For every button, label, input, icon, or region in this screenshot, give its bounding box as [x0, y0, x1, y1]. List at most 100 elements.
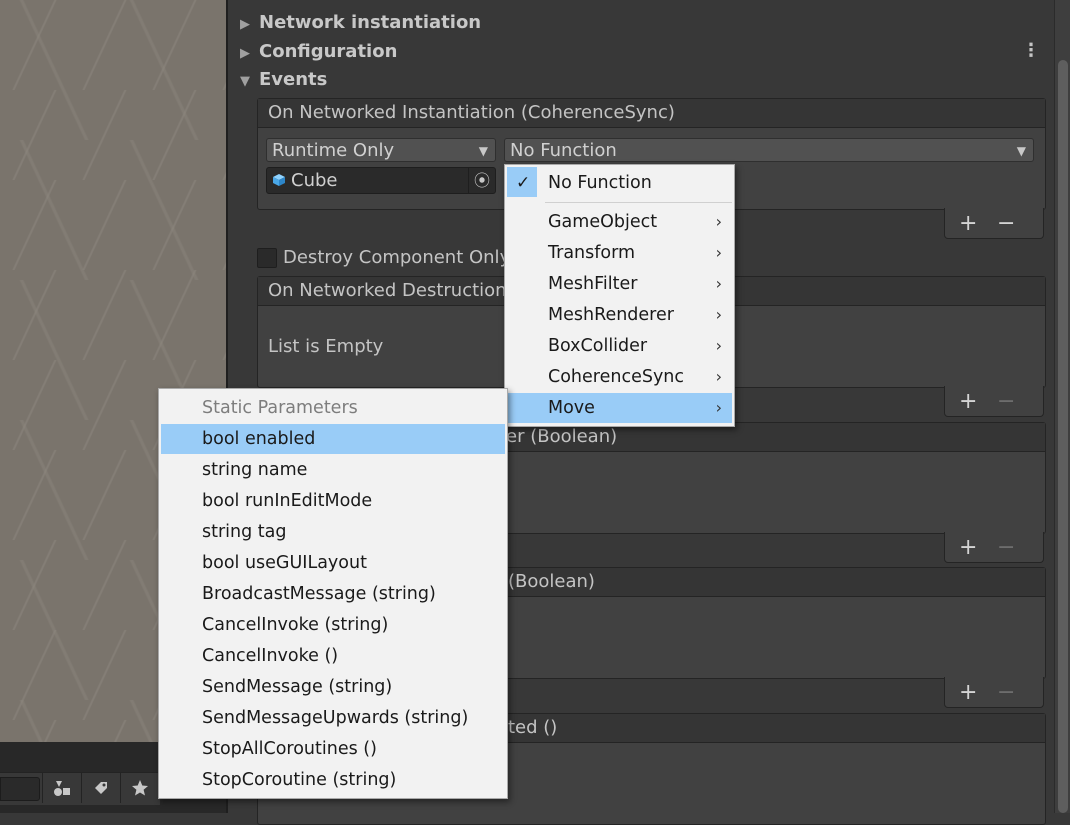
- chevron-right-icon: ›: [715, 336, 722, 355]
- remove-listener-button[interactable]: −: [997, 389, 1015, 414]
- target-object-field[interactable]: Cube ⦿: [266, 167, 496, 194]
- submenu-item-stopallcoroutines[interactable]: StopAllCoroutines (): [161, 734, 505, 764]
- menu-item-label: BoxCollider: [548, 336, 648, 356]
- chevron-right-icon: ›: [715, 243, 722, 262]
- menu-item-label: string tag: [202, 522, 287, 542]
- chevron-right-icon: ›: [715, 305, 722, 324]
- submenu-header: Static Parameters: [161, 393, 505, 423]
- add-listener-button[interactable]: +: [959, 535, 977, 560]
- event-list-footer: + −: [944, 386, 1044, 417]
- add-listener-button[interactable]: +: [959, 211, 977, 236]
- submenu-item-stopcoroutine[interactable]: StopCoroutine (string): [161, 765, 505, 795]
- menu-item-transform[interactable]: Transform ›: [507, 238, 732, 268]
- menu-item-label: No Function: [548, 173, 652, 193]
- menu-item-label: BroadcastMessage (string): [202, 584, 436, 604]
- event-header-text: ted (): [508, 717, 558, 738]
- checkmark-icon: ✓: [516, 173, 531, 193]
- runtime-mode-dropdown[interactable]: Runtime Only ▼: [266, 138, 496, 162]
- chevron-right-icon: ›: [715, 274, 722, 293]
- foldout-label: Configuration: [259, 41, 398, 62]
- foldout-collapsed-icon: ▶: [240, 46, 250, 61]
- foldout-configuration[interactable]: ▶ Configuration: [240, 39, 397, 65]
- favorites-button[interactable]: [120, 773, 159, 803]
- menu-item-label: CancelInvoke (string): [202, 615, 389, 635]
- chevron-right-icon: ›: [715, 398, 722, 417]
- scrollbar-thumb[interactable]: [1058, 60, 1068, 813]
- submenu-item-sendmessage[interactable]: SendMessage (string): [161, 672, 505, 702]
- foldout-events[interactable]: ▼ Events: [240, 67, 327, 93]
- menu-item-no-function[interactable]: ✓ No Function: [507, 168, 732, 198]
- object-picker-icon[interactable]: ⦿: [468, 168, 495, 193]
- menu-item-label: bool runInEditMode: [202, 491, 373, 511]
- menu-separator: [545, 202, 732, 203]
- menu-item-label: string name: [202, 460, 308, 480]
- scene-search-field[interactable]: [0, 777, 40, 801]
- chevron-right-icon: ›: [715, 367, 722, 386]
- dropdown-value: Runtime Only: [272, 140, 395, 161]
- menu-item-meshfilter[interactable]: MeshFilter ›: [507, 269, 732, 299]
- menu-item-move[interactable]: Move ›: [507, 393, 732, 423]
- submenu-item-string-tag[interactable]: string tag: [161, 517, 505, 547]
- menu-item-label: StopAllCoroutines (): [202, 739, 377, 759]
- menu-item-label: SendMessage (string): [202, 677, 393, 697]
- menu-item-label: SendMessageUpwards (string): [202, 708, 469, 728]
- submenu-item-cancelinvoke[interactable]: CancelInvoke (): [161, 641, 505, 671]
- menu-item-label: CoherenceSync: [548, 367, 685, 387]
- menu-item-label: bool enabled: [202, 429, 316, 449]
- caret-down-icon: ▼: [1016, 144, 1026, 158]
- foldout-network-instantiation[interactable]: ▶ Network instantiation: [240, 10, 481, 36]
- star-icon: [132, 780, 148, 796]
- foldout-label: Events: [259, 69, 328, 90]
- remove-listener-button[interactable]: −: [997, 680, 1015, 705]
- foldout-expanded-icon: ▼: [240, 74, 250, 89]
- menu-item-coherencesync[interactable]: CoherenceSync ›: [507, 362, 732, 392]
- more-options-icon[interactable]: ⋮: [1022, 40, 1040, 62]
- function-menu: ✓ No Function GameObject › Transform › M…: [504, 164, 735, 427]
- menu-item-label: bool useGUILayout: [202, 553, 367, 573]
- remove-listener-button[interactable]: −: [997, 211, 1015, 236]
- submenu-item-bool-useguilayout[interactable]: bool useGUILayout: [161, 548, 505, 578]
- chevron-right-icon: ›: [715, 212, 722, 231]
- foldout-label: Network instantiation: [259, 12, 482, 33]
- tag-icon: [95, 782, 107, 794]
- cube-icon: [273, 174, 285, 186]
- menu-item-gameobject[interactable]: GameObject ›: [507, 207, 732, 237]
- menu-item-label: Transform: [548, 243, 636, 263]
- scene-toolbar: [0, 772, 160, 805]
- event-header: On Networked Instantiation (CoherenceSyn…: [258, 99, 1045, 128]
- shapes-filter-button[interactable]: [42, 773, 81, 803]
- submenu-item-string-name[interactable]: string name: [161, 455, 505, 485]
- menu-item-label: Move: [548, 398, 595, 418]
- event-header-text: er (Boolean): [506, 426, 618, 447]
- destroy-component-only-checkbox[interactable]: [257, 248, 277, 268]
- menu-item-label: GameObject: [548, 212, 658, 232]
- menu-item-label: StopCoroutine (string): [202, 770, 397, 790]
- event-header-text: (Boolean): [508, 571, 595, 592]
- menu-item-label: MeshFilter: [548, 274, 638, 294]
- event-list-footer: + −: [944, 208, 1044, 239]
- submenu-item-broadcastmessage[interactable]: BroadcastMessage (string): [161, 579, 505, 609]
- function-dropdown[interactable]: No Function ▼: [504, 138, 1034, 162]
- move-submenu: Static Parameters bool enabled string na…: [158, 388, 508, 799]
- submenu-header-label: Static Parameters: [202, 398, 358, 418]
- menu-item-boxcollider[interactable]: BoxCollider ›: [507, 331, 732, 361]
- list-empty-text: List is Empty: [268, 336, 384, 357]
- remove-listener-button[interactable]: −: [997, 535, 1015, 560]
- submenu-item-bool-enabled[interactable]: bool enabled: [161, 424, 505, 454]
- menu-item-label: CancelInvoke (): [202, 646, 339, 666]
- menu-item-meshrenderer[interactable]: MeshRenderer ›: [507, 300, 732, 330]
- submenu-item-sendmessageupwards[interactable]: SendMessageUpwards (string): [161, 703, 505, 733]
- object-field-value: Cube: [291, 170, 338, 191]
- inspector-scrollbar[interactable]: [1054, 0, 1070, 813]
- submenu-item-bool-runineditmode[interactable]: bool runInEditMode: [161, 486, 505, 516]
- tag-filter-button[interactable]: [81, 773, 120, 803]
- submenu-item-cancelinvoke-string[interactable]: CancelInvoke (string): [161, 610, 505, 640]
- dropdown-value: No Function: [510, 140, 617, 161]
- shapes-icon: [54, 781, 70, 796]
- add-listener-button[interactable]: +: [959, 680, 977, 705]
- foldout-collapsed-icon: ▶: [240, 17, 250, 32]
- destroy-component-only-label: Destroy Component Only: [283, 247, 511, 268]
- event-list-footer: + −: [944, 532, 1044, 563]
- add-listener-button[interactable]: +: [959, 389, 977, 414]
- caret-down-icon: ▼: [478, 144, 488, 158]
